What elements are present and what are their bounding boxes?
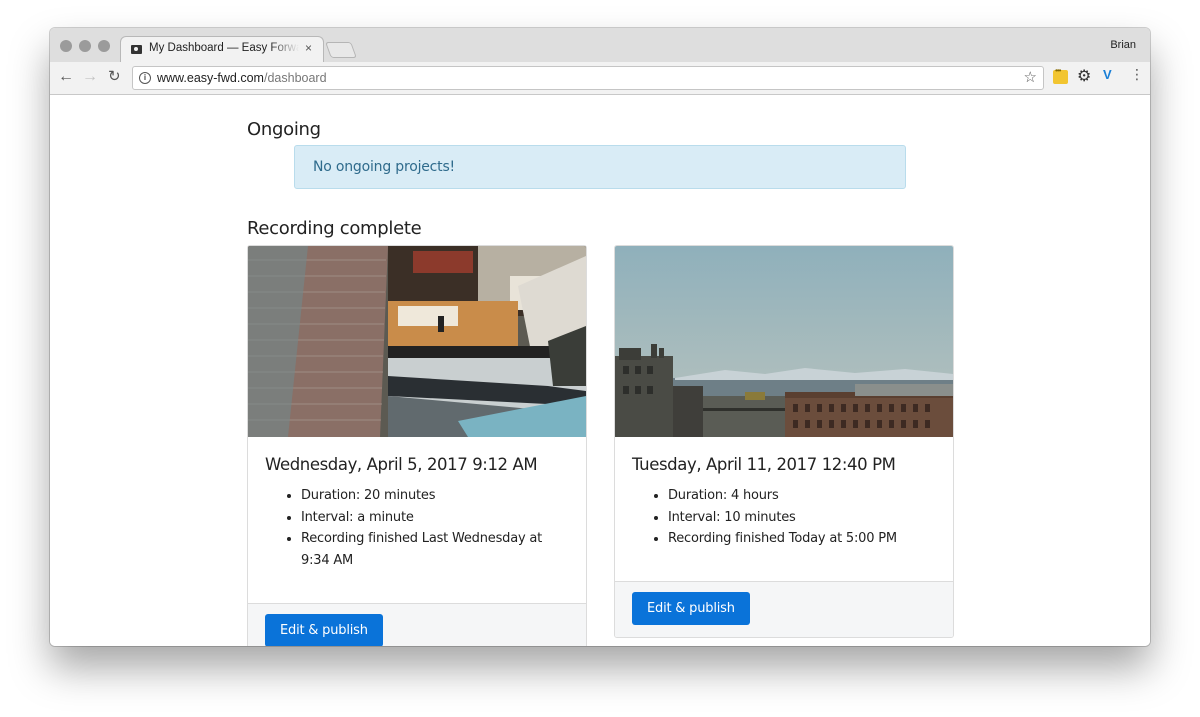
new-tab-button[interactable] [325,42,357,58]
tab-close-icon[interactable]: × [305,41,312,55]
gear-icon[interactable]: ⚙ [1077,66,1091,86]
edit-publish-button[interactable]: Edit & publish [632,592,750,625]
profile-name[interactable]: Brian [1110,39,1136,51]
kebab-menu-icon[interactable]: ⋮ [1130,66,1144,83]
extension-note-icon[interactable] [1053,66,1068,84]
recording-details: Duration: 4 hours Interval: 10 minutes R… [632,485,936,550]
stairwell-photo [248,246,586,437]
edit-publish-button[interactable]: Edit & publish [265,614,383,646]
info-icon[interactable]: i [139,72,151,84]
url-host: www.easy-fwd.com [157,71,264,85]
recording-title: Wednesday, April 5, 2017 9:12 AM [265,455,538,474]
recording-finished: Recording finished Last Wednesday at 9:3… [301,528,569,571]
recording-thumbnail[interactable] [248,246,586,437]
url-path: /dashboard [263,71,327,85]
recording-duration: Duration: 4 hours [668,485,936,507]
url-text[interactable]: www.easy-fwd.com/dashboard [157,71,327,85]
recording-card: Tuesday, April 11, 2017 12:40 PM Duratio… [614,245,954,638]
browser-toolbar: ← → ↻ i www.easy-fwd.com/dashboard ☆ ⚙ V… [50,62,1150,95]
forward-arrow-icon[interactable]: → [82,68,98,86]
recording-finished: Recording finished Today at 5:00 PM [668,528,936,550]
address-bar[interactable]: i www.easy-fwd.com/dashboard ☆ [132,66,1044,90]
browser-window: My Dashboard — Easy Forward × Brian ← → … [50,28,1150,646]
ongoing-heading: Ongoing [247,119,321,140]
recording-card-footer: Edit & publish [615,581,953,637]
extension-v-icon[interactable]: V [1103,67,1112,82]
recording-card-body: Wednesday, April 5, 2017 9:12 AM Duratio… [248,437,586,571]
recording-card-footer: Edit & publish [248,603,586,646]
minimize-window-button[interactable] [79,40,91,52]
recording-details: Duration: 20 minutes Interval: a minute … [265,485,569,571]
reload-icon[interactable]: ↻ [108,68,121,86]
recording-card-body: Tuesday, April 11, 2017 12:40 PM Duratio… [615,437,953,550]
camera-icon [131,45,142,54]
no-ongoing-alert: No ongoing projects! [294,145,906,189]
recording-title: Tuesday, April 11, 2017 12:40 PM [632,455,896,474]
back-arrow-icon[interactable]: ← [58,68,74,86]
close-window-button[interactable] [60,40,72,52]
city-skyline-photo [615,246,953,437]
title-bar: My Dashboard — Easy Forward × Brian [50,28,1150,63]
tab-title: My Dashboard — Easy Forward [149,42,299,54]
recording-interval: Interval: a minute [301,507,569,529]
star-icon[interactable]: ☆ [1024,68,1037,86]
recording-thumbnail[interactable] [615,246,953,437]
recording-card: Wednesday, April 5, 2017 9:12 AM Duratio… [247,245,587,646]
recording-complete-heading: Recording complete [247,218,422,239]
recording-duration: Duration: 20 minutes [301,485,569,507]
maximize-window-button[interactable] [98,40,110,52]
dashboard-page: Ongoing No ongoing projects! Recording c… [50,95,1150,646]
recording-interval: Interval: 10 minutes [668,507,936,529]
browser-tab[interactable]: My Dashboard — Easy Forward × [120,36,324,63]
